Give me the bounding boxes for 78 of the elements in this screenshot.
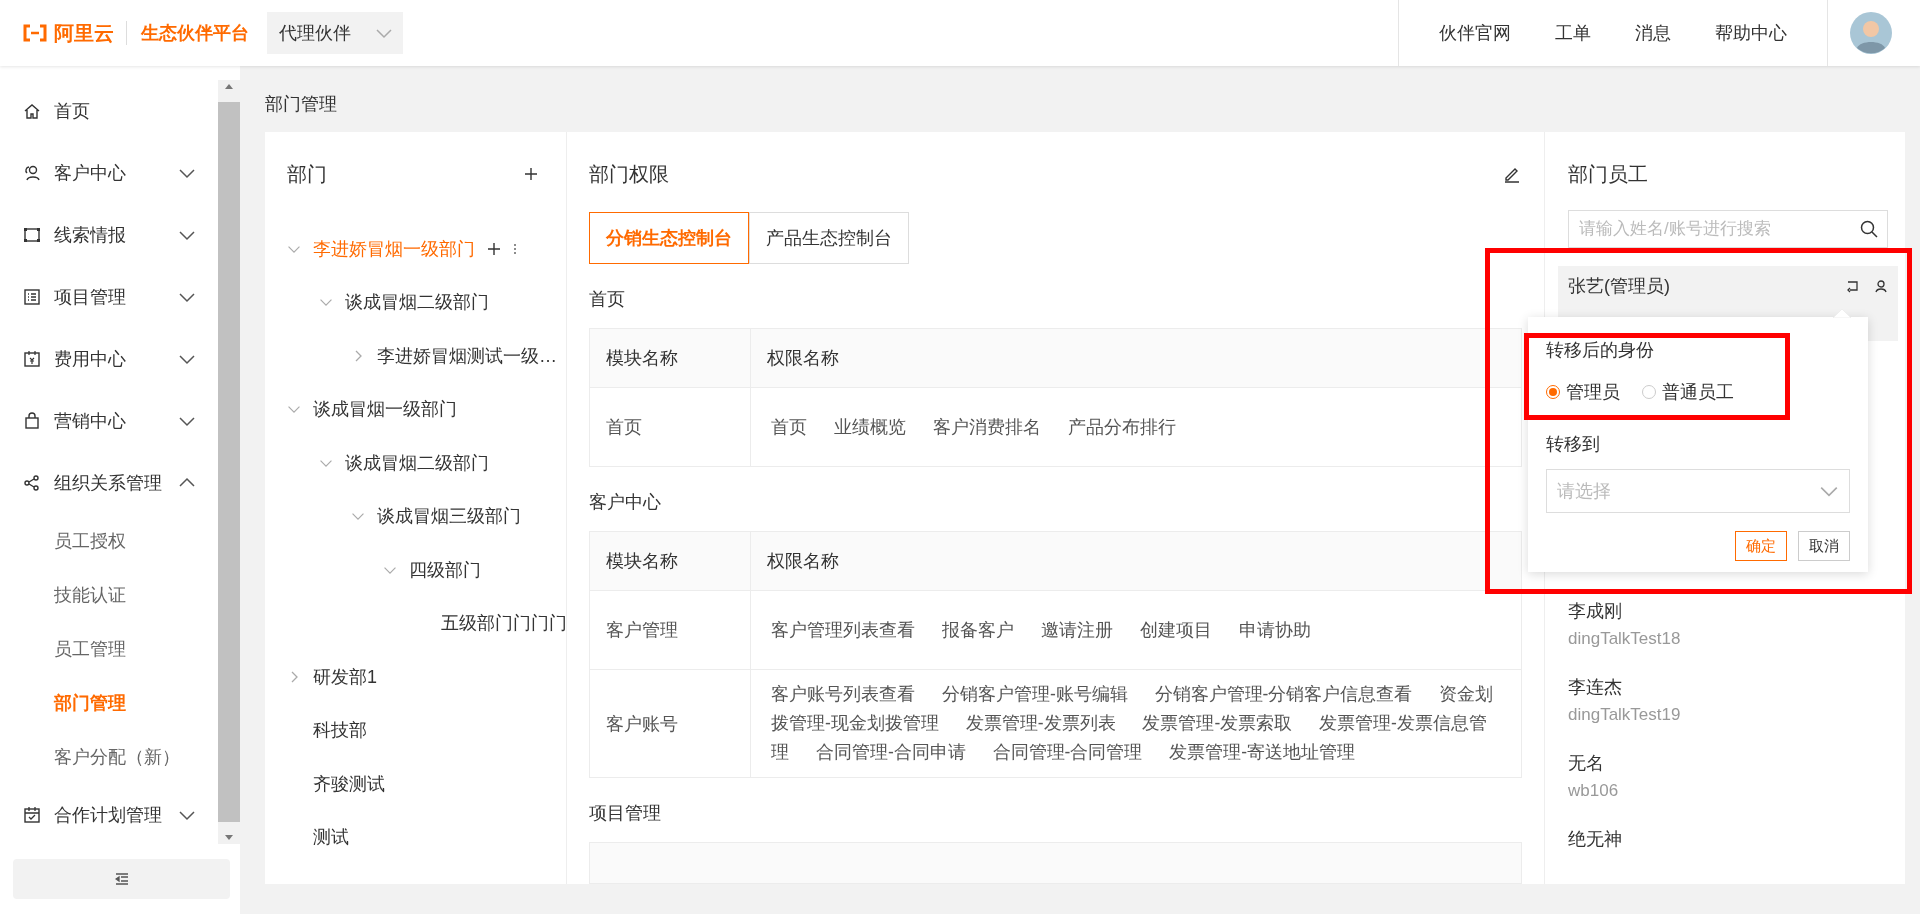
people-icon (22, 163, 42, 183)
section-title: 客户中心 (589, 491, 661, 514)
list-icon (22, 287, 42, 307)
employee-name[interactable]: 李连杰 (1568, 675, 1622, 699)
home-icon (22, 101, 42, 121)
logo-text: 阿里云 (54, 20, 114, 46)
column-header: 模块名称 (589, 531, 751, 591)
menu-item[interactable]: 项目管理 (0, 266, 218, 328)
panel-title: 部门 (287, 161, 327, 187)
employee-account: dingTalkTest18 (1568, 629, 1682, 649)
table-cell: 客户账号 (589, 669, 751, 778)
menu-item[interactable]: 营销中心 (0, 390, 218, 452)
panel-title: 部门员工 (1568, 161, 1648, 187)
calendar-check-icon (22, 805, 42, 825)
tree-node[interactable]: 谈成冒烟三级部门 (377, 504, 521, 529)
radio-option[interactable]: 普通员工 (1642, 380, 1734, 404)
role-select[interactable]: 代理伙伴 (267, 12, 403, 54)
employee-name[interactable]: 绝无神 (1568, 827, 1622, 851)
plus-icon[interactable] (524, 167, 538, 181)
more-icon[interactable] (513, 242, 517, 255)
employee-account: dingTalkTest19 (1568, 705, 1682, 725)
menu-item[interactable]: 客户中心 (0, 142, 218, 204)
platform-title: 生态伙伴平台 (126, 21, 249, 45)
nodes-icon (22, 225, 42, 245)
logo-icon (22, 24, 48, 42)
scrollbar[interactable] (218, 80, 240, 844)
section-title: 项目管理 (589, 802, 661, 825)
menu-item[interactable]: 费用中心 (0, 328, 218, 390)
share-icon (22, 473, 42, 493)
tree-node[interactable]: 科技部 (313, 718, 367, 743)
person-icon[interactable] (1874, 279, 1888, 293)
column-header: 权限名称 (750, 531, 1522, 591)
table-cell: 首页 业绩概览 客户消费排名 产品分布排行 (750, 387, 1522, 467)
collapse-icon (114, 873, 129, 885)
plus-icon[interactable] (487, 241, 501, 256)
tree-node[interactable]: 研发部1 (313, 664, 377, 689)
panel-title: 部门权限 (589, 161, 669, 187)
submenu-item[interactable]: 员工授权 (0, 514, 218, 568)
submenu-item[interactable]: 员工管理 (0, 622, 218, 676)
field-label: 转移后的身份 (1546, 339, 1654, 362)
cancel-button[interactable]: 取消 (1798, 531, 1850, 561)
search-field[interactable]: 请输入姓名/账号进行搜索 (1568, 210, 1888, 248)
submenu-item[interactable]: 技能认证 (0, 568, 218, 622)
tree-node[interactable]: 五级部门门门门 (441, 611, 567, 636)
calendar-yen-icon (22, 349, 42, 369)
table-cell: 客户管理 (589, 590, 751, 670)
employee-name[interactable]: 李成刚 (1568, 599, 1622, 623)
nav-link[interactable]: 伙伴官网 (1417, 21, 1533, 45)
section-title: 首页 (589, 288, 625, 311)
tree-node[interactable]: 齐骏测试 (313, 771, 385, 796)
menu-item[interactable]: 线索情报 (0, 204, 218, 266)
search-icon[interactable] (1859, 219, 1879, 239)
column-header: 模块名称 (589, 328, 751, 388)
employee-account: wb106 (1568, 781, 1620, 801)
tree-node[interactable]: 李进娇冒烟测试一级… (377, 343, 557, 368)
tree-node[interactable]: 谈成冒烟二级部门 (345, 450, 489, 475)
submenu-item[interactable]: 客户分配（新） (0, 730, 218, 784)
nav-link[interactable]: 消息 (1613, 21, 1693, 45)
menu-item[interactable]: 合作计划管理 (0, 784, 218, 846)
page-title: 部门管理 (265, 93, 337, 116)
tab[interactable]: 产品生态控制台 (749, 212, 909, 264)
field-label: 转移到 (1546, 433, 1600, 456)
employee-name[interactable]: 无名 (1568, 751, 1604, 775)
table-cell: 首页 (589, 387, 751, 467)
avatar-icon[interactable] (1850, 12, 1892, 54)
table-cell: 客户账号列表查看 分销客户管理-账号编辑 分销客户管理-分销客户信息查看 资金划拨管理-现金划拨管理 发票管理-发票列表 发票管理-发票索取 发票管理-发票信息管理 合同管理-合同申请 合同管理-合同管理 发票管理-寄送地址管理 (750, 669, 1522, 778)
tree-node[interactable]: 谈成冒烟二级部门 (345, 290, 489, 315)
tree-node[interactable]: 测试 (313, 825, 349, 850)
nav-link[interactable]: 工单 (1533, 21, 1613, 45)
tree-node[interactable]: 谈成冒烟一级部门 (313, 397, 457, 422)
column-header: 权限名称 (750, 328, 1522, 388)
transfer-icon[interactable] (1846, 279, 1860, 293)
tree-node[interactable]: 四级部门 (409, 557, 481, 582)
nav-link[interactable]: 帮助中心 (1693, 21, 1809, 45)
bag-icon (22, 411, 42, 431)
menu-item[interactable]: 首页 (0, 80, 218, 142)
radio-option[interactable]: 管理员 (1546, 380, 1620, 404)
menu-item[interactable]: 组织关系管理 (0, 452, 218, 514)
